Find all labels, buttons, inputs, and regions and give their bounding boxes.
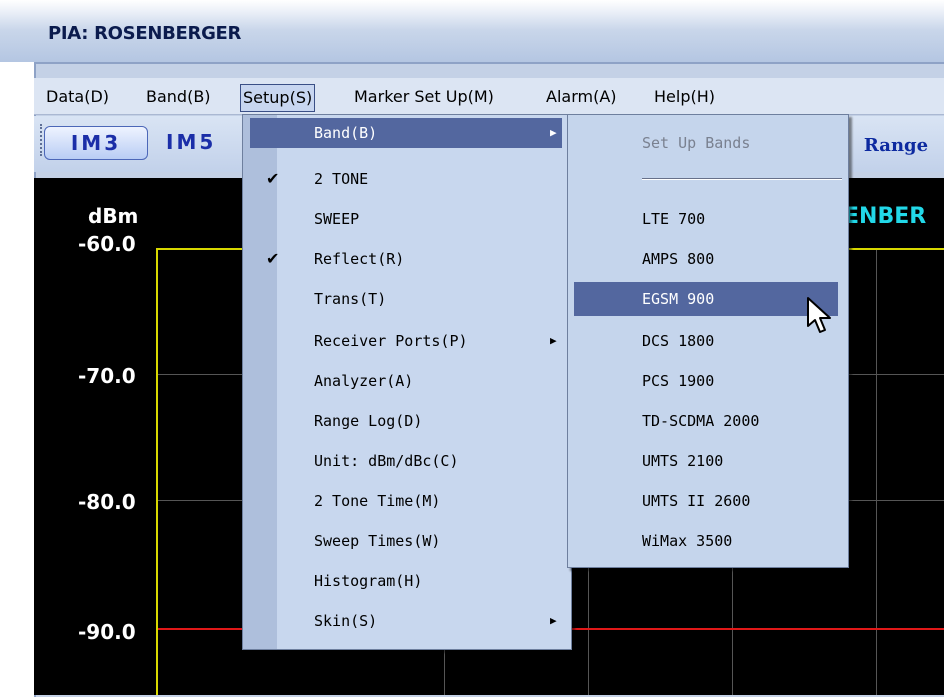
setup-item-label: 2 TONE	[314, 170, 369, 188]
setup-item-label: Sweep Times(W)	[314, 532, 441, 550]
band-item-label: EGSM 900	[642, 290, 715, 308]
band-item-label: DCS 1800	[642, 332, 715, 350]
band-item[interactable]: DCS 1800	[574, 326, 838, 356]
range-button[interactable]: Range	[856, 130, 936, 162]
mouse-pointer-icon	[807, 297, 831, 333]
band-item[interactable]: UMTS 2100	[574, 446, 838, 476]
menu-alarm[interactable]: Alarm(A)	[546, 84, 617, 110]
submenu-arrow-icon: ▶	[550, 614, 557, 627]
band-item[interactable]: UMTS II 2600	[574, 486, 838, 516]
y-tick-60: -60.0	[78, 232, 136, 256]
setup-item-label: Range Log(D)	[314, 412, 423, 430]
setup-item-label: Skin(S)	[314, 612, 378, 630]
band-item-label: LTE 700	[642, 210, 706, 228]
setup-item-unit[interactable]: Unit: dBm/dBc(C)	[250, 446, 562, 476]
window-title: PIA: ROSENBERGER	[48, 23, 242, 44]
submenu-arrow-icon: ▶	[550, 126, 557, 139]
checkmark-icon: ✔	[266, 169, 280, 188]
band-item-label: WiMax 3500	[642, 532, 733, 550]
setup-item-label: Trans(T)	[314, 290, 387, 308]
menu-separator	[642, 178, 842, 180]
y-tick-90: -90.0	[78, 620, 136, 644]
band-item-label: AMPS 800	[642, 250, 715, 268]
setup-item-receiver-ports[interactable]: Receiver Ports(P) ▶	[250, 326, 562, 356]
setup-item-label: Band(B)	[314, 124, 378, 142]
setup-item-sweep[interactable]: SWEEP	[250, 204, 562, 234]
menu-setup[interactable]: Setup(S)	[240, 84, 316, 112]
band-item-label: UMTS 2100	[642, 452, 724, 470]
setup-item-histogram[interactable]: Histogram(H)	[250, 566, 562, 596]
band-submenu-header: Set Up Bands	[642, 134, 751, 152]
menu-marker-setup[interactable]: Marker Set Up(M)	[354, 84, 494, 110]
band-item-label: UMTS II 2600	[642, 492, 751, 510]
app-window: PIA: ROSENBERGER Data(D) Band(B) Setup(S…	[0, 0, 944, 697]
setup-item-label: Receiver Ports(P)	[314, 332, 468, 350]
y-tick-70: -70.0	[78, 364, 136, 388]
setup-item-sweep-times[interactable]: Sweep Times(W)	[250, 526, 562, 556]
submenu-arrow-icon: ▶	[550, 334, 557, 347]
checkmark-icon: ✔	[266, 249, 280, 268]
setup-item-label: 2 Tone Time(M)	[314, 492, 441, 510]
setup-item-reflect[interactable]: ✔ Reflect(R)	[250, 244, 562, 274]
title-bar[interactable]: PIA: ROSENBERGER	[0, 0, 944, 62]
setup-item-skin[interactable]: Skin(S) ▶	[250, 606, 562, 636]
band-item[interactable]: TD-SCDMA 2000	[574, 406, 838, 436]
setup-item-label: Analyzer(A)	[314, 372, 414, 390]
setup-item-2tone-time[interactable]: 2 Tone Time(M)	[250, 486, 562, 516]
setup-item-label: Histogram(H)	[314, 572, 423, 590]
band-item[interactable]: PCS 1900	[574, 366, 838, 396]
band-item[interactable]: LTE 700	[574, 204, 838, 234]
band-item-label: TD-SCDMA 2000	[642, 412, 760, 430]
setup-item-band[interactable]: Band(B) ▶	[250, 118, 562, 148]
band-item-label: PCS 1900	[642, 372, 715, 390]
im5-button[interactable]: IM5	[166, 126, 246, 158]
band-item[interactable]: WiMax 3500	[574, 526, 838, 556]
band-item-highlighted[interactable]: EGSM 900	[574, 282, 838, 316]
menu-band[interactable]: Band(B)	[146, 84, 211, 110]
setup-item-trans[interactable]: Trans(T)	[250, 284, 562, 314]
setup-item-range-log[interactable]: Range Log(D)	[250, 406, 562, 436]
y-unit-label: dBm	[88, 204, 139, 228]
setup-item-analyzer[interactable]: Analyzer(A)	[250, 366, 562, 396]
setup-item-label: Unit: dBm/dBc(C)	[314, 452, 459, 470]
menu-help[interactable]: Help(H)	[654, 84, 715, 110]
band-item[interactable]: AMPS 800	[574, 244, 838, 274]
setup-item-label: Reflect(R)	[314, 250, 405, 268]
y-tick-80: -80.0	[78, 490, 136, 514]
brand-label: ENBER	[844, 204, 927, 229]
menu-data[interactable]: Data(D)	[46, 84, 109, 110]
im3-button[interactable]: IM3	[44, 126, 148, 160]
setup-item-2tone[interactable]: ✔ 2 TONE	[250, 164, 562, 194]
setup-item-label: SWEEP	[314, 210, 360, 228]
